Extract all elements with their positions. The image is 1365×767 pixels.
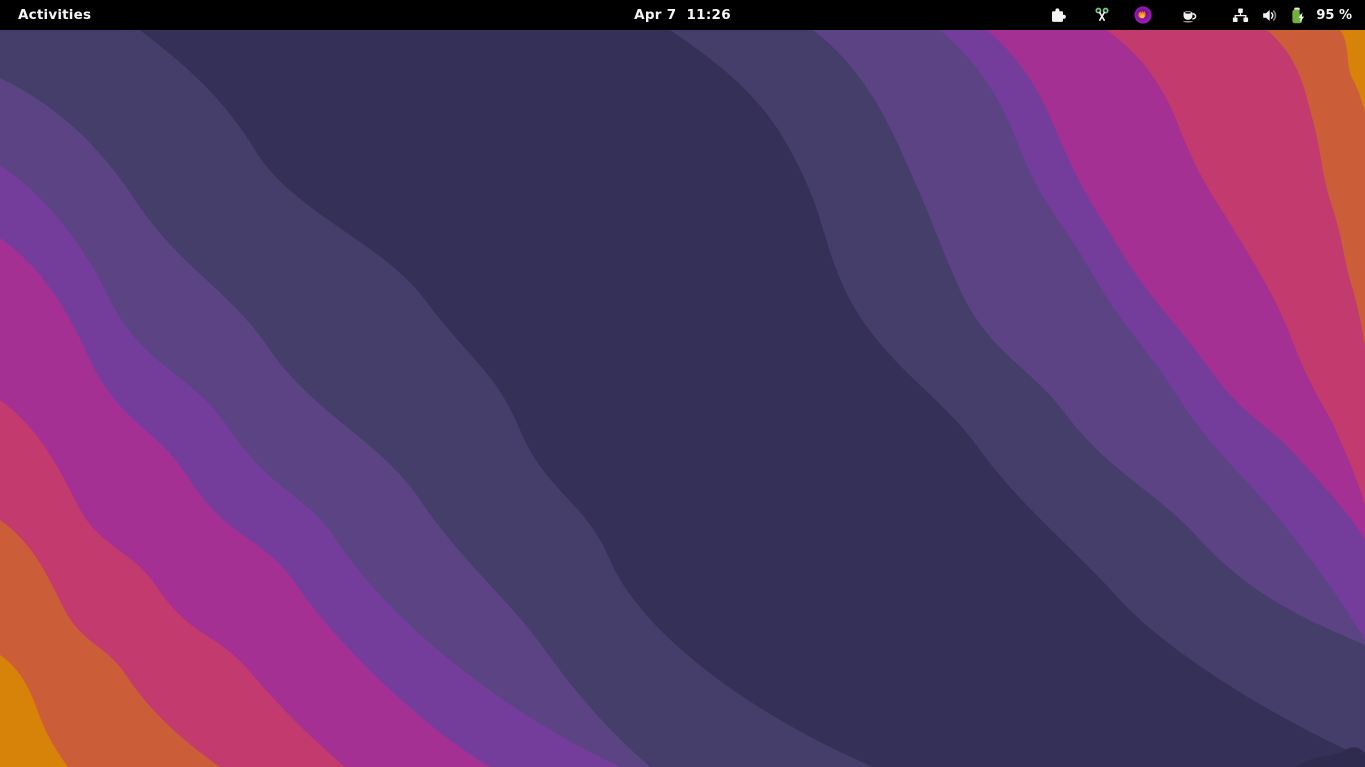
volume-indicator xyxy=(1255,6,1284,25)
coffee-cup-icon xyxy=(1179,6,1198,25)
flame-app-indicator-button[interactable] xyxy=(1122,0,1164,30)
wired-network-icon xyxy=(1231,6,1250,25)
system-indicators-button[interactable]: 95 % xyxy=(1212,0,1352,30)
puzzle-piece-icon xyxy=(1048,6,1067,25)
network-indicator xyxy=(1226,6,1255,25)
clock-calendar-button[interactable]: Apr 7 11:26 xyxy=(624,5,741,25)
battery-indicator xyxy=(1284,6,1313,25)
clipboard-indicator-button[interactable] xyxy=(1082,0,1122,30)
status-indicators: 95 % xyxy=(1038,0,1365,30)
wallpaper-waves xyxy=(0,0,1365,767)
battery-percentage-label: 95 % xyxy=(1316,8,1352,23)
gnome-top-bar: Activities Apr 7 11:26 xyxy=(0,0,1365,30)
extensions-indicator-button[interactable] xyxy=(1038,0,1082,30)
caffeine-indicator-button[interactable] xyxy=(1164,0,1212,30)
activities-button[interactable]: Activities xyxy=(10,5,99,25)
desktop-wallpaper xyxy=(0,0,1365,767)
flame-circle-icon xyxy=(1133,5,1153,25)
speaker-volume-icon xyxy=(1260,6,1279,25)
scissors-icon xyxy=(1093,6,1111,24)
battery-charging-icon xyxy=(1289,6,1308,25)
